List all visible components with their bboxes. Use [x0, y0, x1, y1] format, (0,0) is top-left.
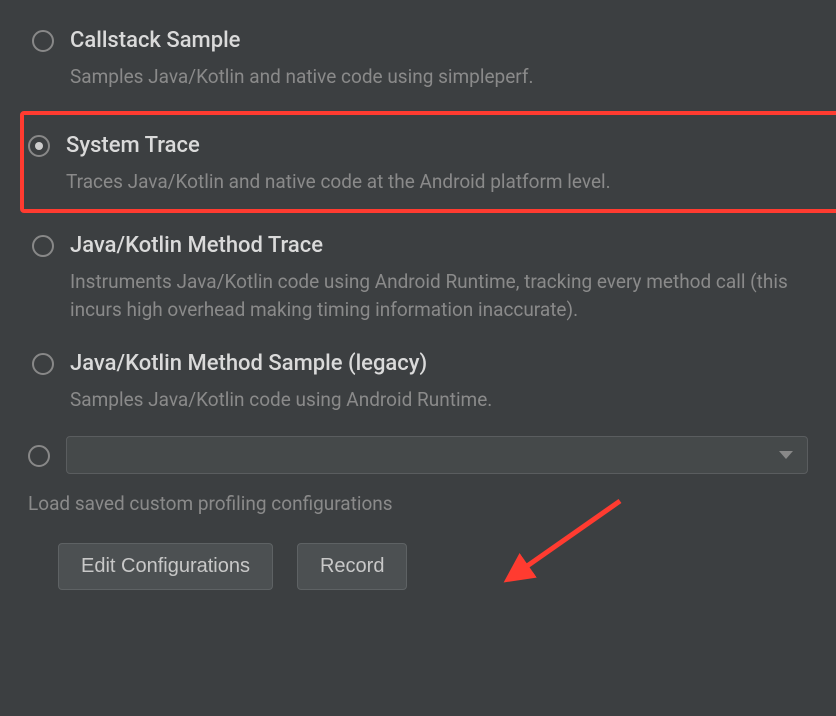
option-title: Java/Kotlin Method Trace	[70, 233, 804, 258]
option-content: Java/Kotlin Method Sample (legacy) Sampl…	[70, 351, 804, 414]
button-row: Edit Configurations Record	[58, 543, 808, 590]
option-method-trace[interactable]: Java/Kotlin Method Trace Instruments Jav…	[28, 225, 808, 331]
radio-method-sample-legacy[interactable]	[32, 353, 54, 375]
option-method-sample-legacy[interactable]: Java/Kotlin Method Sample (legacy) Sampl…	[28, 343, 808, 422]
hint-text: Load saved custom profiling configuratio…	[28, 492, 808, 515]
option-description: Instruments Java/Kotlin code using Andro…	[70, 268, 804, 323]
record-button[interactable]: Record	[297, 543, 407, 590]
option-description: Samples Java/Kotlin code using Android R…	[70, 386, 804, 414]
option-content: System Trace Traces Java/Kotlin and nati…	[66, 133, 836, 196]
radio-custom-config[interactable]	[28, 445, 50, 467]
option-description: Samples Java/Kotlin and native code usin…	[70, 63, 804, 91]
radio-method-trace[interactable]	[32, 235, 54, 257]
option-content: Java/Kotlin Method Trace Instruments Jav…	[70, 233, 804, 323]
option-callstack-sample[interactable]: Callstack Sample Samples Java/Kotlin and…	[28, 20, 808, 99]
custom-config-row	[28, 436, 808, 474]
custom-config-dropdown[interactable]	[66, 436, 808, 474]
radio-system-trace[interactable]	[28, 135, 50, 157]
option-description: Traces Java/Kotlin and native code at th…	[66, 168, 836, 196]
option-system-trace[interactable]: System Trace Traces Java/Kotlin and nati…	[20, 111, 836, 214]
option-content: Callstack Sample Samples Java/Kotlin and…	[70, 28, 804, 91]
option-title: System Trace	[66, 133, 836, 158]
radio-callstack-sample[interactable]	[32, 30, 54, 52]
option-title: Callstack Sample	[70, 28, 804, 53]
option-title: Java/Kotlin Method Sample (legacy)	[70, 351, 804, 376]
edit-configurations-button[interactable]: Edit Configurations	[58, 543, 273, 590]
